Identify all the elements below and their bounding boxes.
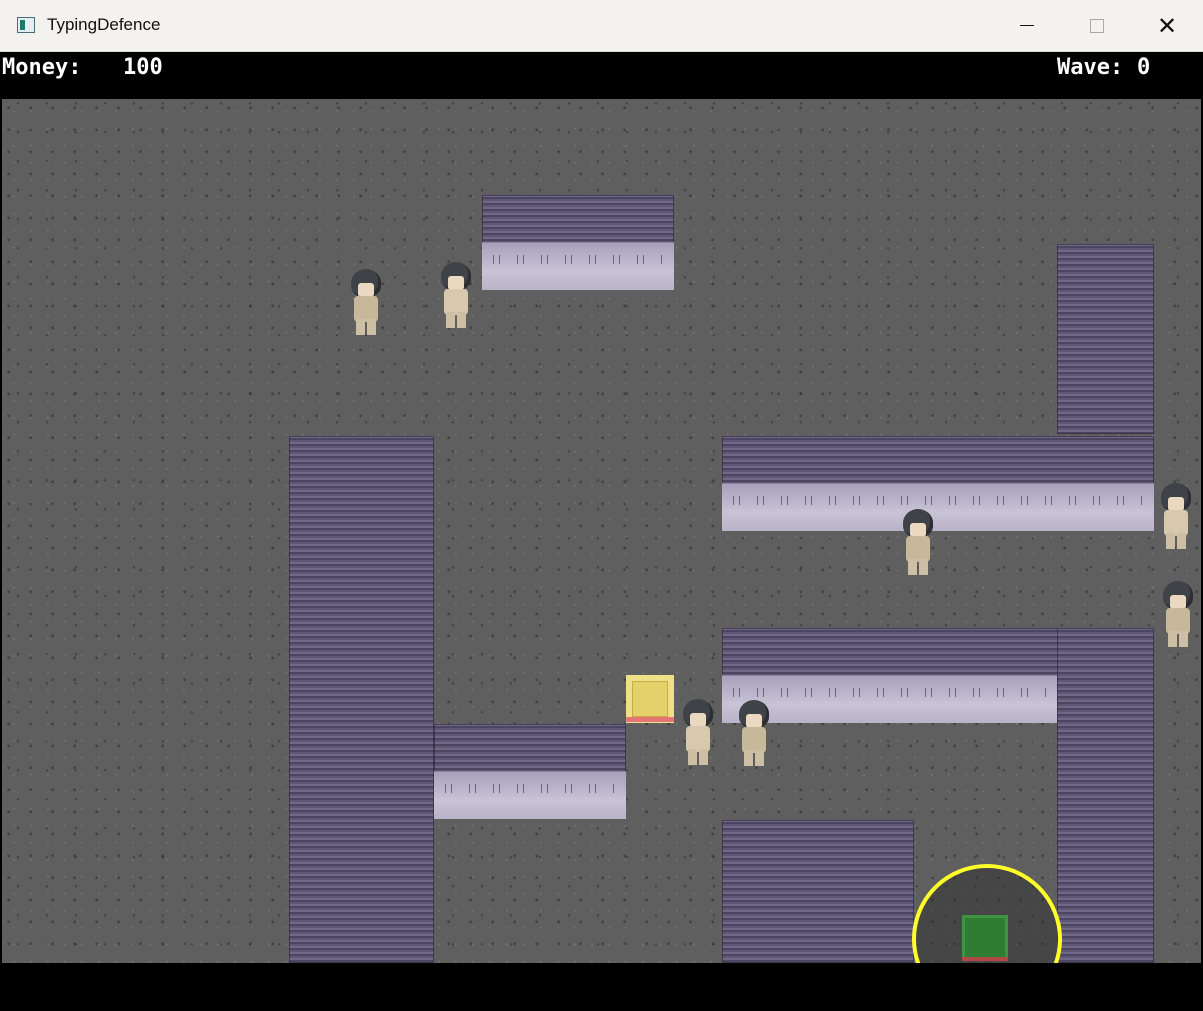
- wall-face: [434, 771, 626, 819]
- zombie-sprite: [733, 700, 773, 768]
- zombie-sprite: [897, 509, 937, 577]
- wall-block-right-lower-column: [1057, 628, 1154, 963]
- window-title: TypingDefence: [47, 15, 161, 34]
- money-value: 100: [123, 55, 163, 80]
- wall-block-left-column: [289, 436, 434, 963]
- zombie-sprite: [1157, 581, 1197, 649]
- wall-block-right-upper: [1057, 244, 1154, 434]
- wall-block-right-corridor: [722, 436, 1154, 531]
- money-label: Money:: [2, 55, 82, 80]
- wave-value: 0: [1137, 55, 1151, 80]
- close-icon: ✕: [1156, 11, 1178, 40]
- tower-health-bar: [626, 717, 674, 722]
- hud-bar: Money: 100 Wave: 0: [0, 52, 1203, 99]
- minimize-icon: [1020, 25, 1034, 26]
- maximize-button[interactable]: [1062, 0, 1132, 51]
- green-tower-tile[interactable]: [962, 915, 1008, 961]
- wall-face: [722, 483, 1154, 531]
- window-titlebar[interactable]: TypingDefence ✕: [0, 0, 1203, 52]
- wave-label: Wave:: [1057, 55, 1124, 80]
- zombie-sprite: [345, 269, 385, 337]
- tower-health-bar: [962, 957, 1008, 961]
- wall-face: [482, 242, 674, 290]
- bottom-bar: [0, 963, 1203, 1011]
- close-button[interactable]: ✕: [1132, 0, 1202, 51]
- yellow-tower-tile[interactable]: [626, 675, 674, 723]
- wall-block-top-center: [482, 195, 674, 290]
- minimize-button[interactable]: [992, 0, 1062, 51]
- zombie-sprite: [1155, 483, 1195, 551]
- zombie-sprite: [435, 262, 475, 330]
- wall-block-bottom-center: [722, 820, 914, 963]
- game-field[interactable]: [2, 99, 1201, 963]
- zombie-sprite: [677, 699, 717, 767]
- app-window-icon: [17, 17, 35, 33]
- wall-block-middle-left: [434, 724, 626, 819]
- maximize-icon: [1090, 18, 1104, 33]
